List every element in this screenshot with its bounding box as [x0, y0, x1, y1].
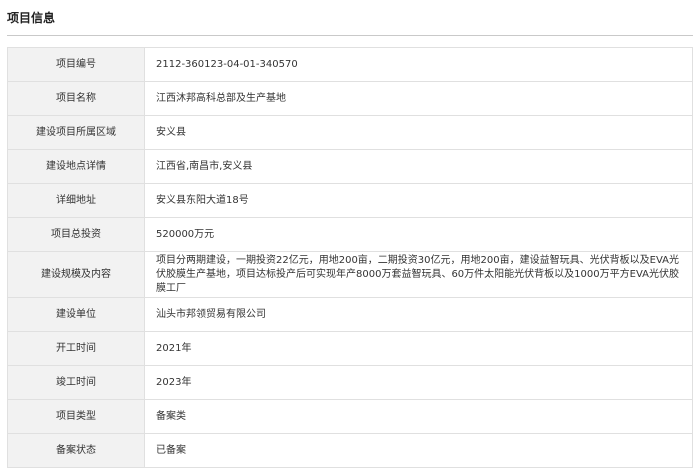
- row-label: 详细地址: [7, 183, 145, 218]
- row-label: 建设地点详情: [7, 149, 145, 184]
- row-value: 2112-360123-04-01-340570: [144, 47, 693, 82]
- row-label: 项目名称: [7, 81, 145, 116]
- table-row-completion-time: 竣工时间 2023年: [7, 365, 693, 400]
- section-title: 项目信息: [7, 11, 56, 25]
- table-row-project-type: 项目类型 备案类: [7, 399, 693, 434]
- row-label: 备案状态: [7, 433, 145, 468]
- table-row-scale-content: 建设规模及内容 项目分两期建设，一期投资22亿元，用地200亩，二期投资30亿元…: [7, 251, 693, 298]
- row-label: 建设单位: [7, 297, 145, 332]
- row-label: 竣工时间: [7, 365, 145, 400]
- table-row-start-time: 开工时间 2021年: [7, 331, 693, 366]
- row-label: 开工时间: [7, 331, 145, 366]
- row-label: 建设规模及内容: [7, 251, 145, 298]
- table-row-project-name: 项目名称 江西沐邦高科总部及生产基地: [7, 81, 693, 116]
- row-label: 项目编号: [7, 47, 145, 82]
- row-value: 汕头市邦领贸易有限公司: [144, 297, 693, 332]
- row-value: 江西沐邦高科总部及生产基地: [144, 81, 693, 116]
- row-value: 安义县东阳大道18号: [144, 183, 693, 218]
- table-row-builder: 建设单位 汕头市邦领贸易有限公司: [7, 297, 693, 332]
- table-row-address: 详细地址 安义县东阳大道18号: [7, 183, 693, 218]
- row-value: 安义县: [144, 115, 693, 150]
- table-row-location-detail: 建设地点详情 江西省,南昌市,安义县: [7, 149, 693, 184]
- row-value: 520000万元: [144, 217, 693, 252]
- row-value: 2023年: [144, 365, 693, 400]
- row-value: 2021年: [144, 331, 693, 366]
- table-row-total-investment: 项目总投资 520000万元: [7, 217, 693, 252]
- project-info-table: 项目编号 2112-360123-04-01-340570 项目名称 江西沐邦高…: [7, 47, 693, 468]
- row-label: 建设项目所属区域: [7, 115, 145, 150]
- row-value: 备案类: [144, 399, 693, 434]
- table-row-region: 建设项目所属区域 安义县: [7, 115, 693, 150]
- table-row-filing-status: 备案状态 已备案: [7, 433, 693, 468]
- row-value: 已备案: [144, 433, 693, 468]
- row-value: 项目分两期建设，一期投资22亿元，用地200亩，二期投资30亿元，用地200亩，…: [144, 251, 693, 298]
- section-header: 项目信息: [7, 0, 693, 36]
- row-label: 项目类型: [7, 399, 145, 434]
- table-row-project-code: 项目编号 2112-360123-04-01-340570: [7, 47, 693, 82]
- row-label: 项目总投资: [7, 217, 145, 252]
- row-value: 江西省,南昌市,安义县: [144, 149, 693, 184]
